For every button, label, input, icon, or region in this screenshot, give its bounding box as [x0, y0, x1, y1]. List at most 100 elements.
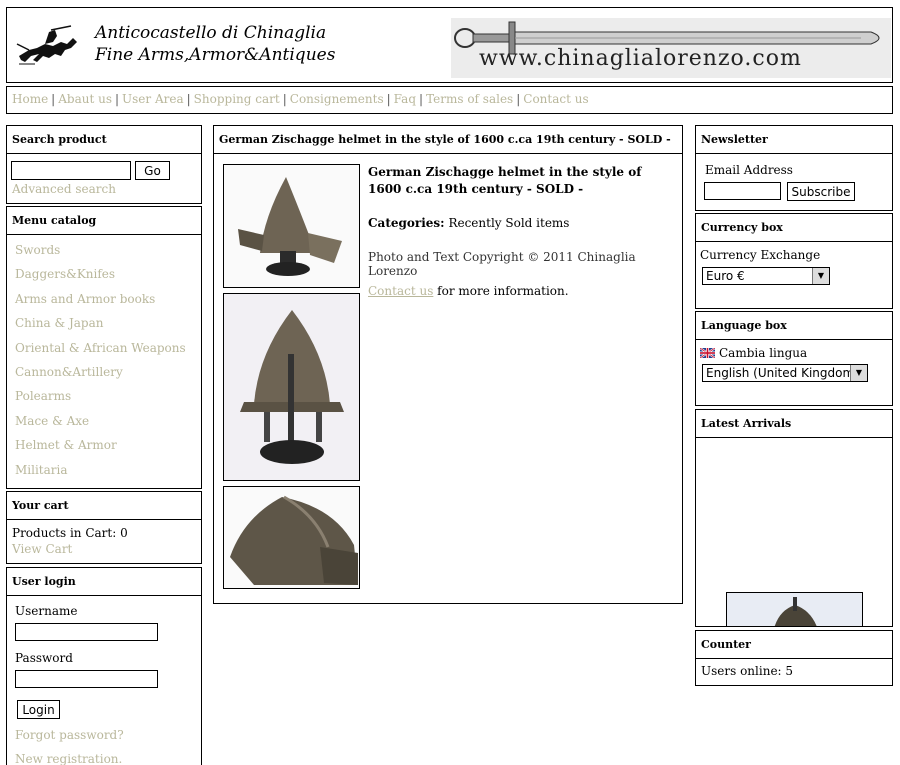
helmet-photo-icon	[224, 294, 359, 480]
product-thumbnail-2[interactable]	[223, 293, 360, 481]
product-categories: Categories: Recently Sold items	[368, 216, 569, 230]
nav-separator: |	[282, 92, 287, 106]
logo-url: www.chinaglialorenzo.com	[479, 46, 802, 71]
logo-subtitle: Fine Arms,Armor&Antiques	[95, 45, 336, 65]
cambia-lingua-label: Cambia lingua	[719, 346, 808, 360]
language-box-title: Language box	[696, 312, 892, 340]
chevron-down-icon: ▼	[850, 365, 867, 381]
menu-item: Militaria	[15, 461, 193, 485]
newsletter-box-title: Newsletter	[696, 126, 892, 154]
counter-box-title: Counter	[696, 631, 892, 659]
menu-link-mace-axe[interactable]: Mace & Axe	[15, 414, 89, 428]
contact-us-link[interactable]: Contact us	[368, 284, 433, 298]
site-header: Anticocastello di Chinaglia Fine Arms,Ar…	[6, 7, 893, 83]
login-box-title: User login	[7, 568, 201, 596]
latest-arrival-thumbnail[interactable]	[726, 592, 863, 626]
search-box-title: Search product	[7, 126, 201, 154]
nav-link-contact-us[interactable]: Contact us	[523, 92, 588, 106]
menu-catalog-box: Menu catalog Swords Daggers&Knifes Arms an…	[6, 206, 202, 489]
menu-item: Swords	[15, 241, 193, 265]
currency-box-title: Currency box	[696, 214, 892, 242]
username-label: Username	[15, 604, 78, 618]
chevron-down-icon: ▼	[812, 268, 829, 284]
product-thumbnail-3[interactable]	[223, 486, 360, 589]
nav-link-terms-of-sales[interactable]: Terms of sales	[426, 92, 513, 106]
nav-separator: |	[386, 92, 391, 106]
subscribe-button[interactable]: Subscribe	[787, 182, 855, 201]
product-detail-box: German Zischagge helmet in the style of …	[213, 125, 683, 604]
menu-link-cannon-artillery[interactable]: Cannon&Artillery	[15, 365, 123, 379]
menu-item: Helmet & Armor	[15, 436, 193, 460]
menu-item: Arms and Armor books	[15, 290, 193, 314]
helmet-photo-icon	[224, 165, 359, 287]
user-login-box: User login Username Password Login Forgo…	[6, 567, 202, 765]
arrivals-box-title: Latest Arrivals	[696, 410, 892, 438]
search-go-button[interactable]: Go	[135, 161, 170, 180]
counter-box: Counter Users online: 5	[695, 630, 893, 686]
currency-select[interactable]: Euro € ▼	[702, 267, 830, 285]
product-title: German Zischagge helmet in the style of …	[368, 165, 642, 196]
menu-link-arms-and-armor-books[interactable]: Arms and Armor books	[15, 292, 155, 306]
menu-item: Mace & Axe	[15, 412, 193, 436]
menu-box-title: Menu catalog	[7, 207, 201, 235]
nav-link-faq[interactable]: Faq	[394, 92, 416, 106]
uk-flag-icon	[700, 348, 715, 358]
search-input[interactable]	[11, 161, 131, 180]
product-contact: Contact us for more information.	[368, 284, 569, 298]
helmet-photo-icon	[224, 487, 359, 588]
menu-link-militaria[interactable]: Militaria	[15, 463, 68, 477]
users-online: Users online: 5	[701, 664, 794, 678]
email-address-label: Email Address	[705, 163, 793, 177]
nav-separator: |	[516, 92, 521, 106]
menu-item: Oriental & African Weapons	[15, 339, 193, 363]
arrival-photo-icon	[727, 593, 862, 626]
menu-item: Cannon&Artillery	[15, 363, 193, 387]
menu-link-oriental-african-weapons[interactable]: Oriental & African Weapons	[15, 341, 186, 355]
forgot-password-link[interactable]: Forgot password?	[15, 728, 124, 742]
latest-arrivals-box: Latest Arrivals	[695, 409, 893, 627]
sword-banner: www.chinaglialorenzo.com	[451, 18, 891, 78]
password-label: Password	[15, 651, 73, 665]
categories-label: Categories:	[368, 216, 445, 230]
language-label-row: Cambia lingua	[700, 346, 807, 360]
nav-separator: |	[114, 92, 120, 106]
new-registration-link[interactable]: New registration.	[15, 752, 122, 765]
cart-box: Your cart Products in Cart: 0 View Cart	[6, 491, 202, 564]
product-thumbnail-1[interactable]	[223, 164, 360, 288]
nav-link-abaut-us[interactable]: Abaut us	[58, 92, 112, 106]
product-copyright: Photo and Text Copyright © 2011 Chinagli…	[368, 250, 636, 278]
language-box: Language box Cambia lingua English (Unit…	[695, 311, 893, 406]
view-cart-link[interactable]: View Cart	[12, 542, 72, 556]
contact-suffix: for more information.	[433, 284, 569, 298]
nav-separator: |	[51, 92, 56, 106]
language-selected: English (United Kingdom)	[706, 366, 859, 380]
advanced-search-link[interactable]: Advanced search	[12, 182, 116, 196]
nav-link-consignements[interactable]: Consignements	[290, 92, 384, 106]
newsletter-email-field[interactable]	[704, 182, 781, 200]
nav-separator: |	[419, 92, 424, 106]
menu-link-china-japan[interactable]: China & Japan	[15, 316, 103, 330]
language-select[interactable]: English (United Kingdom) ▼	[702, 364, 868, 382]
currency-exchange-label: Currency Exchange	[700, 248, 821, 262]
product-box-title: German Zischagge helmet in the style of …	[214, 126, 682, 154]
nav-link-user-area[interactable]: User Area	[122, 92, 184, 106]
newsletter-box: Newsletter Email Address Subscribe	[695, 125, 893, 211]
menu-link-daggers-knifes[interactable]: Daggers&Knifes	[15, 267, 115, 281]
login-button[interactable]: Login	[17, 700, 60, 719]
currency-selected: Euro €	[706, 269, 745, 283]
nav-link-shopping-cart[interactable]: Shopping cart	[194, 92, 280, 106]
search-product-box: Search product Go Advanced search	[6, 125, 202, 204]
categories-value: Recently Sold items	[448, 216, 570, 230]
username-field[interactable]	[15, 623, 158, 641]
site-logo[interactable]: Anticocastello di Chinaglia Fine Arms,Ar…	[15, 22, 335, 72]
menu-list: Swords Daggers&Knifes Arms and Armor books…	[7, 235, 201, 491]
cart-count: Products in Cart: 0	[12, 526, 128, 540]
menu-item: China & Japan	[15, 314, 193, 338]
menu-link-polearms[interactable]: Polearms	[15, 389, 71, 403]
menu-link-helmet-armor[interactable]: Helmet & Armor	[15, 438, 117, 452]
nav-link-home[interactable]: Home	[12, 92, 48, 106]
logo-title: Anticocastello di Chinaglia	[95, 23, 327, 43]
password-field[interactable]	[15, 670, 158, 688]
menu-link-swords[interactable]: Swords	[15, 243, 60, 257]
horse-rider-icon	[16, 25, 77, 65]
